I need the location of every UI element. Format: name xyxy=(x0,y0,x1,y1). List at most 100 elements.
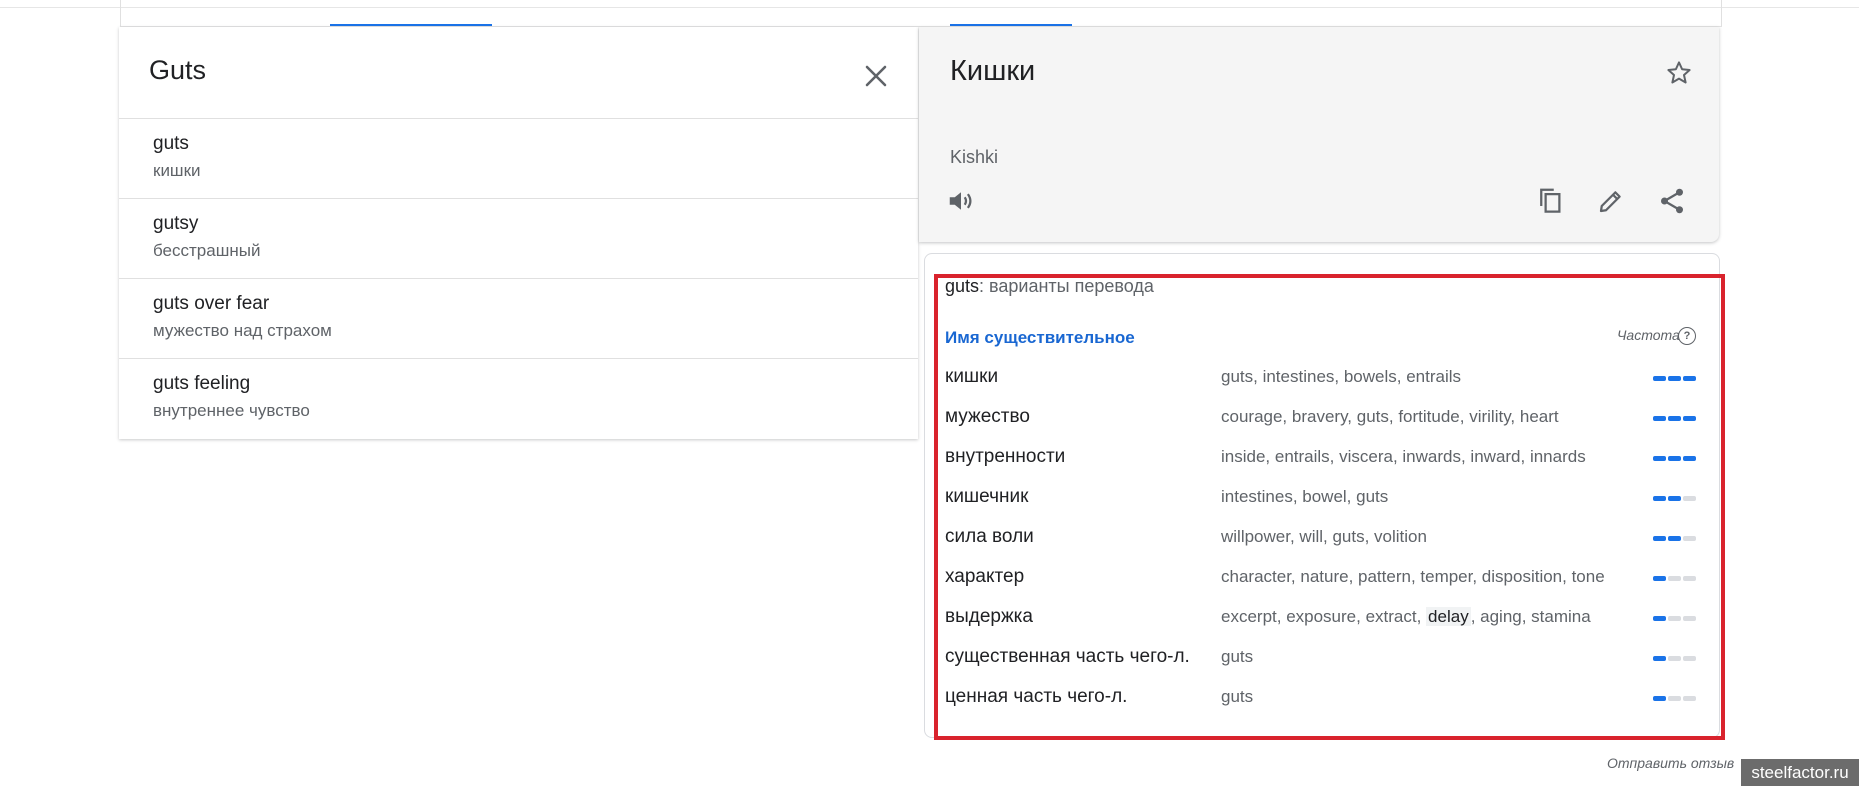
dictionary-entry-word[interactable]: характер xyxy=(945,566,1024,588)
share-icon xyxy=(1661,188,1683,214)
save-translation-button[interactable] xyxy=(1659,53,1699,93)
dictionary-entry-word[interactable]: мужество xyxy=(945,406,1030,428)
frequency-bar-empty xyxy=(1683,656,1696,661)
close-icon xyxy=(865,65,887,87)
dictionary-entry-synonyms[interactable]: willpower, will, guts, volition xyxy=(1221,527,1427,547)
suggestion-item[interactable]: guts кишки xyxy=(119,119,918,199)
share-button[interactable] xyxy=(1652,181,1692,221)
dictionary-entry-synonyms[interactable]: guts xyxy=(1221,647,1253,667)
frequency-bar-filled xyxy=(1668,496,1681,501)
frequency-bar-filled xyxy=(1683,456,1696,461)
frequency-bars xyxy=(1653,416,1696,421)
frequency-bar-filled xyxy=(1668,376,1681,381)
frequency-bar-filled xyxy=(1653,696,1666,701)
transliteration: Kishki xyxy=(950,147,999,167)
dictionary-entry-word[interactable]: выдержка xyxy=(945,606,1033,628)
copy-icon xyxy=(1540,188,1561,213)
dictionary-entry-synonyms[interactable]: excerpt, exposure, extract, delay, aging… xyxy=(1221,607,1591,627)
help-icon[interactable]: ? xyxy=(1678,327,1696,345)
frequency-bars xyxy=(1653,616,1696,621)
dictionary-row: сила воли willpower, will, guts, volitio… xyxy=(945,518,1705,558)
frequency-bar-filled xyxy=(1653,496,1666,501)
dictionary-entry-word[interactable]: ценная часть чего-л. xyxy=(945,686,1127,708)
frequency-bar-empty xyxy=(1668,696,1681,701)
frequency-bar-filled xyxy=(1653,616,1666,621)
star-icon xyxy=(1667,61,1691,84)
frequency-bar-filled xyxy=(1653,536,1666,541)
header-frame xyxy=(120,0,1722,27)
dictionary-entry-synonyms[interactable]: guts xyxy=(1221,687,1253,707)
frequency-bar-filled xyxy=(1653,416,1666,421)
dictionary-entry-synonyms[interactable]: inside, entrails, viscera, inwards, inwa… xyxy=(1221,447,1586,467)
send-feedback-link[interactable]: Отправить отзыв xyxy=(1607,755,1734,771)
frequency-bars xyxy=(1653,696,1696,701)
frequency-bars xyxy=(1653,456,1696,461)
edit-button[interactable] xyxy=(1591,181,1631,221)
dictionary-entry-synonyms[interactable]: character, nature, pattern, temper, disp… xyxy=(1221,567,1605,587)
suggestion-translation: бесстрашный xyxy=(153,241,261,260)
pencil-icon xyxy=(1599,191,1621,213)
dictionary-entry-synonyms[interactable]: intestines, bowel, guts xyxy=(1221,487,1388,507)
frequency-bars xyxy=(1653,536,1696,541)
part-of-speech: Имя существительное xyxy=(945,328,1135,347)
speaker-icon xyxy=(949,192,972,210)
frequency-bar-filled xyxy=(1653,456,1666,461)
suggestion-translation: кишки xyxy=(153,161,201,180)
suggestion-source: gutsy xyxy=(153,213,199,234)
frequency-bar-empty xyxy=(1683,536,1696,541)
source-input-row[interactable]: Guts xyxy=(119,27,918,119)
clear-input-button[interactable] xyxy=(856,56,896,96)
frequency-bar-empty xyxy=(1683,616,1696,621)
frequency-bar-filled xyxy=(1653,656,1666,661)
dictionary-word: guts xyxy=(945,276,980,296)
frequency-bar-filled xyxy=(1668,456,1681,461)
frequency-bar-empty xyxy=(1668,576,1681,581)
dictionary-row: характер character, nature, pattern, tem… xyxy=(945,558,1705,598)
dictionary-row: внутренности inside, entrails, viscera, … xyxy=(945,438,1705,478)
copy-button[interactable] xyxy=(1530,181,1570,221)
frequency-bars xyxy=(1653,376,1696,381)
highlighted-synonym: delay xyxy=(1426,607,1471,626)
dictionary-row: кишки guts, intestines, bowels, entrails xyxy=(945,358,1705,398)
frequency-bar-empty xyxy=(1668,656,1681,661)
dictionary-row: выдержка excerpt, exposure, extract, del… xyxy=(945,598,1705,638)
dictionary-entry-word[interactable]: сила воли xyxy=(945,526,1034,548)
suggestion-translation: мужество над страхом xyxy=(153,321,332,340)
frequency-bars xyxy=(1653,656,1696,661)
dictionary-entry-synonyms[interactable]: guts, intestines, bowels, entrails xyxy=(1221,367,1461,387)
frequency-bars xyxy=(1653,496,1696,501)
dictionary-entry-word[interactable]: кишечник xyxy=(945,486,1028,508)
frequency-label: Частота xyxy=(1617,327,1680,343)
watermark: steelfactor.ru xyxy=(1741,759,1859,786)
frequency-bar-filled xyxy=(1668,536,1681,541)
frequency-bar-empty xyxy=(1683,696,1696,701)
synonyms-text: excerpt, exposure, extract, xyxy=(1221,607,1427,626)
suggestion-source: guts feeling xyxy=(153,373,251,394)
translation-card: Кишки Kishki xyxy=(919,27,1719,242)
suggestion-item[interactable]: guts over fear мужество над страхом xyxy=(119,279,918,359)
suggestion-item[interactable]: guts feeling внутреннее чувство xyxy=(119,359,918,438)
frequency-bar-filled xyxy=(1668,416,1681,421)
frequency-bar-empty xyxy=(1683,576,1696,581)
dictionary-row: существенная часть чего-л. guts xyxy=(945,638,1705,678)
synonyms-text: , aging, stamina xyxy=(1470,607,1591,626)
dictionary-entry-word[interactable]: кишки xyxy=(945,366,998,388)
dictionary-entry-word[interactable]: существенная часть чего-л. xyxy=(945,646,1190,668)
dictionary-row: мужество courage, bravery, guts, fortitu… xyxy=(945,398,1705,438)
translation-text: Кишки xyxy=(950,55,1036,87)
source-input-value[interactable]: Guts xyxy=(149,55,206,86)
dictionary-row: ценная часть чего-л. guts xyxy=(945,678,1705,718)
frequency-bar-filled xyxy=(1683,376,1696,381)
frequency-bars xyxy=(1653,576,1696,581)
frequency-bar-empty xyxy=(1683,496,1696,501)
dictionary-entry-word[interactable]: внутренности xyxy=(945,446,1065,468)
dictionary-row: кишечник intestines, bowel, guts xyxy=(945,478,1705,518)
dictionary-entry-synonyms[interactable]: courage, bravery, guts, fortitude, viril… xyxy=(1221,407,1559,427)
listen-button[interactable] xyxy=(941,181,981,221)
dictionary-header-text: : варианты перевода xyxy=(979,276,1154,296)
frequency-bar-filled xyxy=(1653,376,1666,381)
target-tab-indicator xyxy=(950,24,1072,26)
suggestion-item[interactable]: gutsy бесстрашный xyxy=(119,199,918,279)
suggestion-source: guts over fear xyxy=(153,293,270,314)
frequency-bar-filled xyxy=(1653,576,1666,581)
